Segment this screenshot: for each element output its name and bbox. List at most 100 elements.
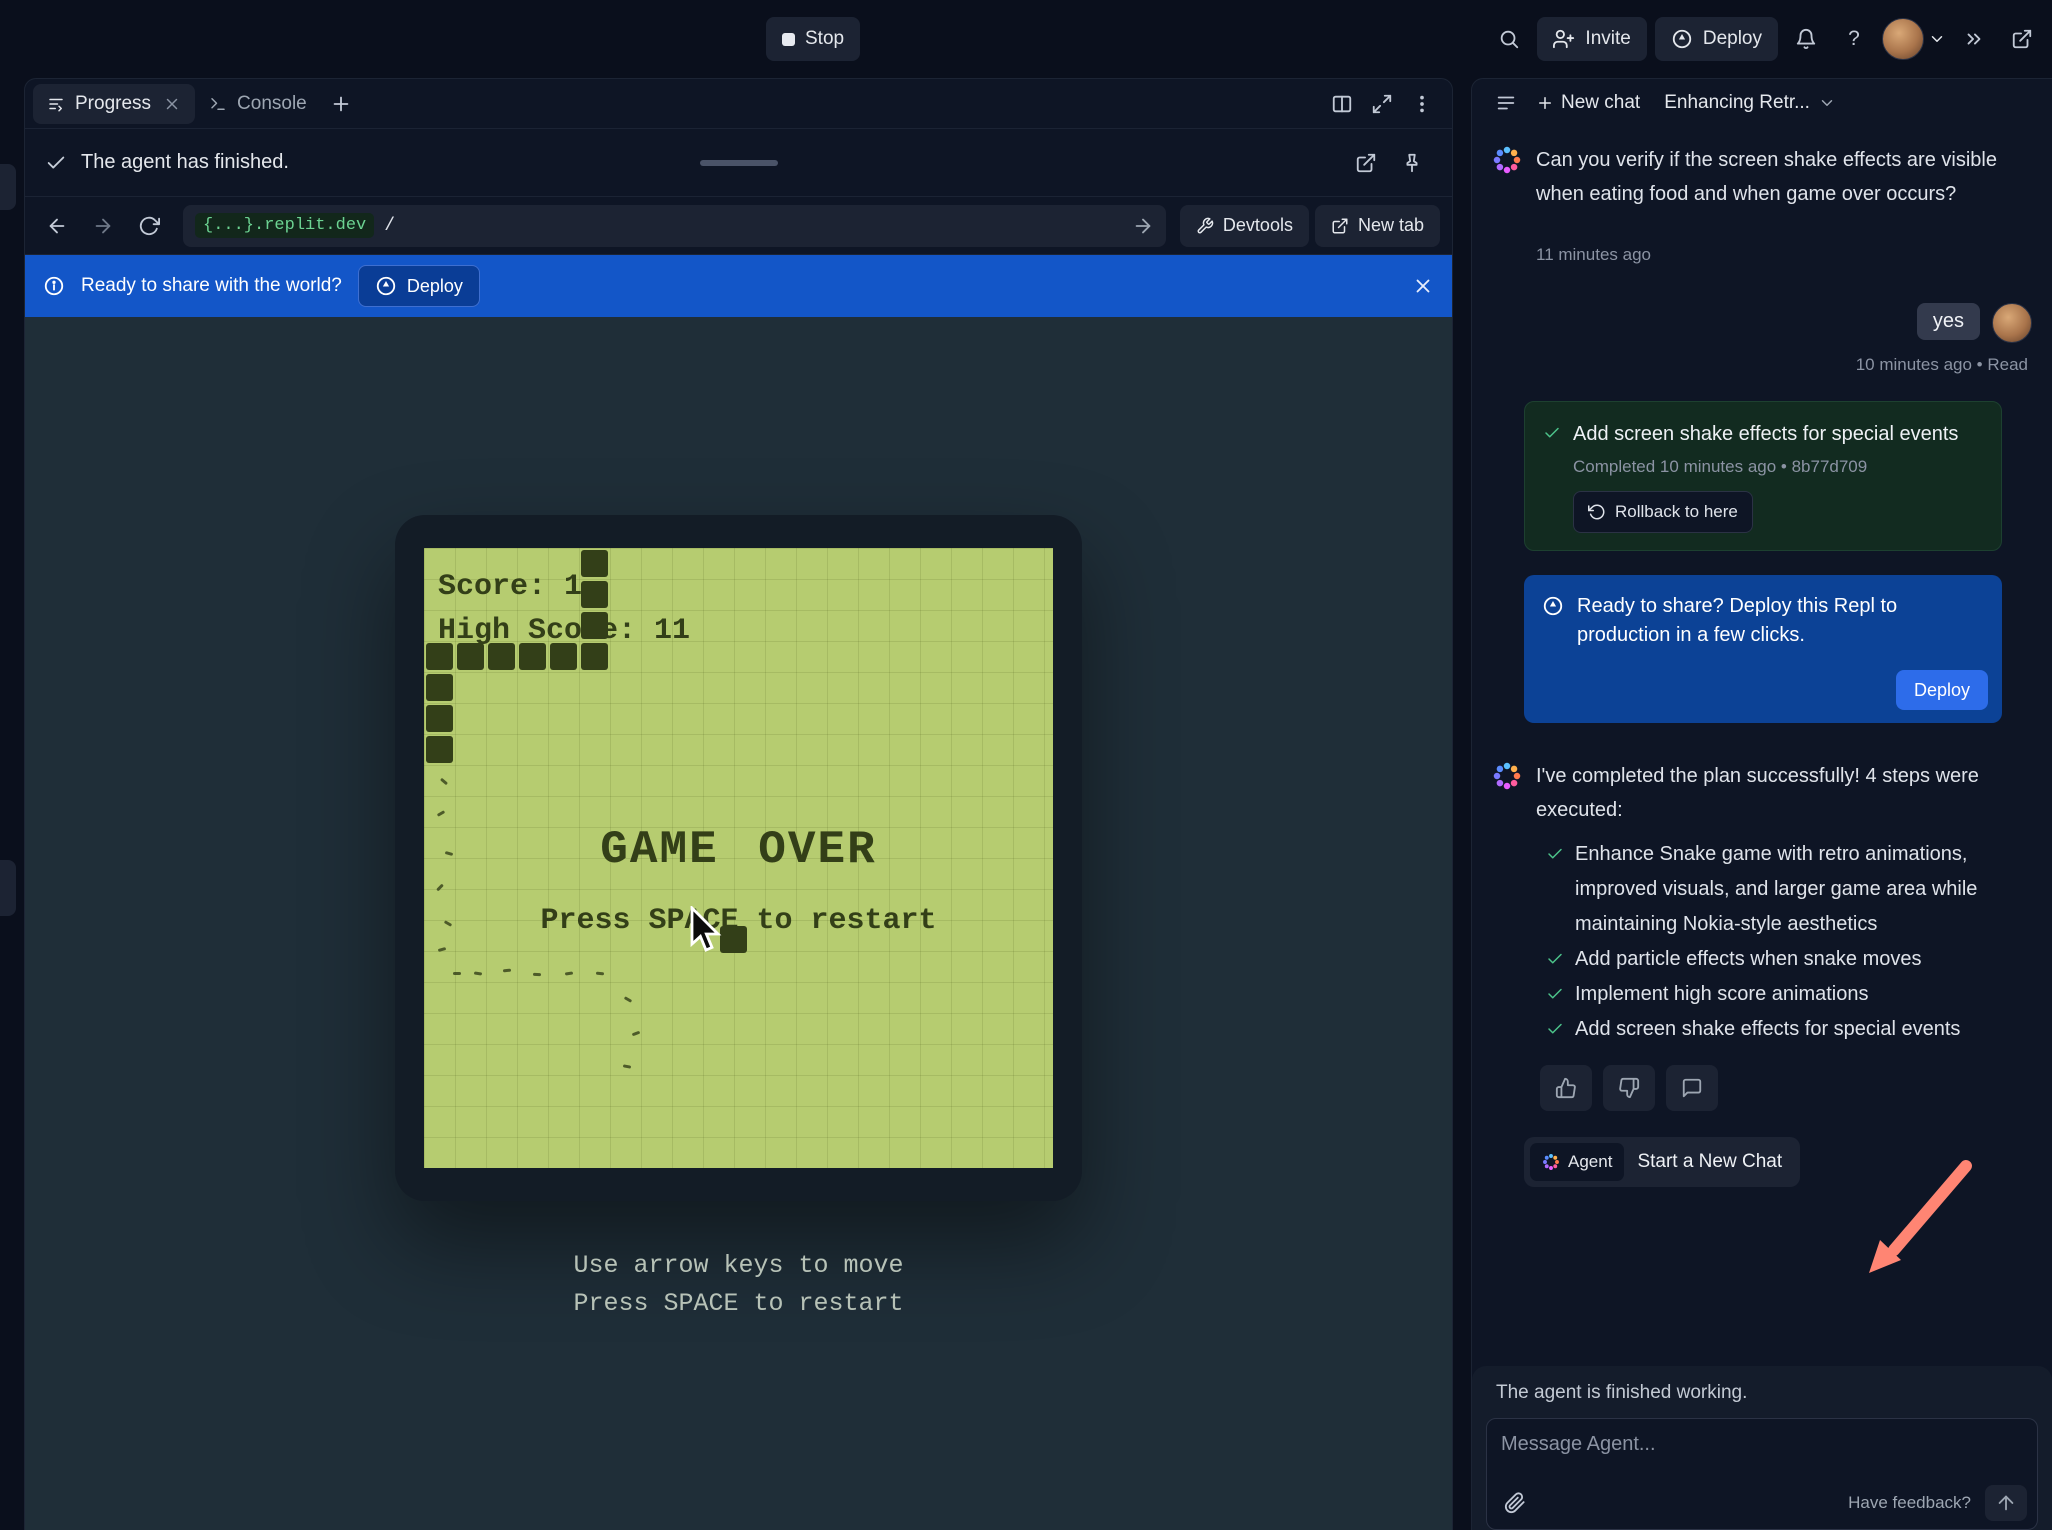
devtools-button[interactable]: Devtools <box>1180 205 1309 247</box>
invite-button[interactable]: Invite <box>1537 17 1646 61</box>
snake-segment <box>581 612 608 639</box>
deploy-button[interactable]: Deploy <box>1655 17 1778 61</box>
start-new-chat-button[interactable]: Agent Start a New Chat <box>1524 1137 1800 1187</box>
agent-status-text: The agent has finished. <box>81 151 289 174</box>
particle-dot <box>533 973 541 977</box>
agent-finished-status: The agent is finished working. <box>1496 1382 2038 1404</box>
check-icon <box>1546 845 1564 863</box>
agent-question-text: Can you verify if the screen shake effec… <box>1536 143 2010 211</box>
particle-dot <box>440 778 448 785</box>
deploy-banner: Ready to share with the world? Deploy <box>25 255 1452 317</box>
particle-dot <box>437 810 445 817</box>
comment-icon <box>1681 1077 1703 1099</box>
agent-chip: Agent <box>1530 1143 1624 1181</box>
plus-icon <box>1536 94 1554 112</box>
send-message-button[interactable] <box>1985 1485 2027 1521</box>
card-deploy-button[interactable]: Deploy <box>1896 670 1988 710</box>
chevron-down-icon <box>1818 94 1836 112</box>
stop-button[interactable]: Stop <box>766 17 860 61</box>
plan-item: Add particle effects when snake moves <box>1536 942 2010 977</box>
deploy-icon <box>1542 595 1564 617</box>
popout-window-button[interactable] <box>2002 19 2042 59</box>
refresh-button[interactable] <box>129 206 169 246</box>
collapse-panel-button[interactable] <box>1954 19 1994 59</box>
new-tab-button[interactable]: New tab <box>1315 205 1440 247</box>
tab-bar: Progress Console <box>25 79 1452 129</box>
tab-console-label: Console <box>237 93 307 115</box>
top-bar: Stop Invite Deploy ? <box>0 0 2052 78</box>
session-selector[interactable]: Enhancing Retr... <box>1664 92 1836 114</box>
deploy-label: Deploy <box>1703 28 1762 50</box>
plan-item-text: Implement high score animations <box>1575 977 1979 1012</box>
rollback-button[interactable]: Rollback to here <box>1573 491 1753 533</box>
split-view-button[interactable] <box>1322 84 1362 124</box>
user-avatar <box>1992 303 2032 343</box>
invite-icon <box>1553 28 1575 50</box>
food-pixel <box>720 926 747 953</box>
topbar-actions: Invite Deploy ? <box>1489 0 2042 78</box>
deploy-icon <box>1671 28 1693 50</box>
session-title: Enhancing Retr... <box>1664 92 1810 114</box>
chat-list-button[interactable] <box>1486 83 1526 123</box>
url-bar[interactable]: {...}.replit.dev / <box>183 205 1166 247</box>
refresh-icon <box>138 215 160 237</box>
help-label: ? <box>1848 27 1860 51</box>
agent-chat-panel: New chat Enhancing Retr... Can you verif… <box>1471 78 2052 1530</box>
notifications-button[interactable] <box>1786 19 1826 59</box>
paperclip-icon <box>1504 1492 1526 1514</box>
agent-logo-icon <box>1492 145 1522 175</box>
mouse-cursor <box>690 906 724 954</box>
back-button[interactable] <box>37 206 77 246</box>
start-new-chat-label: Start a New Chat <box>1637 1151 1782 1173</box>
particle-dot <box>624 996 632 1003</box>
deploy-card-text: Ready to share? Deploy this Repl to prod… <box>1577 592 1947 650</box>
user-avatar <box>1882 18 1924 60</box>
pane-drag-handle[interactable] <box>700 160 778 166</box>
composer-section: The agent is finished working. Have feed… <box>1472 1366 2052 1530</box>
have-feedback-link[interactable]: Have feedback? <box>1848 1493 1971 1513</box>
lcd-screen[interactable]: Score: 1 High Score: 11 GAME OVER Press … <box>424 548 1053 1168</box>
forward-button[interactable] <box>83 206 123 246</box>
game-frame: Score: 1 High Score: 11 GAME OVER Press … <box>395 515 1082 1201</box>
banner-deploy-button[interactable]: Deploy <box>358 265 480 307</box>
arrow-left-icon <box>46 215 68 237</box>
pin-button[interactable] <box>1392 143 1432 183</box>
help-button[interactable]: ? <box>1834 19 1874 59</box>
dock-nub-top[interactable] <box>0 164 16 210</box>
chevron-down-icon <box>1928 30 1946 48</box>
tab-console[interactable]: Console <box>195 84 321 124</box>
message-input[interactable] <box>1501 1433 2023 1456</box>
dock-nub-handle[interactable] <box>0 860 16 916</box>
add-tab-button[interactable] <box>321 84 361 124</box>
agent-chip-label: Agent <box>1568 1152 1612 1172</box>
snake-segment <box>519 643 546 670</box>
console-icon <box>209 95 227 113</box>
new-chat-header-button[interactable]: New chat <box>1536 92 1640 114</box>
pane-menu-button[interactable] <box>1402 84 1442 124</box>
external-link-icon <box>1355 152 1377 174</box>
snake-segment <box>426 736 453 763</box>
search-button[interactable] <box>1489 19 1529 59</box>
go-to-url-icon[interactable] <box>1132 215 1154 237</box>
particle-dot <box>453 972 461 975</box>
step-card-meta: Completed 10 minutes ago • 8b77d709 <box>1573 457 1983 477</box>
attach-file-button[interactable] <box>1499 1487 1531 1519</box>
rollback-label: Rollback to here <box>1615 502 1738 522</box>
thumbs-down-button[interactable] <box>1603 1065 1655 1111</box>
snake-segment <box>488 643 515 670</box>
pin-icon <box>1401 152 1423 174</box>
snake-segment <box>581 643 608 670</box>
plan-item-text: Add particle effects when snake moves <box>1575 942 1979 977</box>
thumbs-up-button[interactable] <box>1540 1065 1592 1111</box>
maximize-pane-button[interactable] <box>1362 84 1402 124</box>
plan-item: Add screen shake effects for special eve… <box>1536 1012 2010 1047</box>
banner-close-icon[interactable] <box>1412 275 1434 297</box>
tab-progress[interactable]: Progress <box>33 84 195 124</box>
account-menu[interactable] <box>1882 18 1946 60</box>
close-tab-icon[interactable] <box>163 95 181 113</box>
user-message-row: yes <box>1492 303 2032 343</box>
comment-button[interactable] <box>1666 1065 1718 1111</box>
open-new-tab-icon <box>1331 217 1349 235</box>
window-popout-icon <box>2011 28 2033 50</box>
open-external-button[interactable] <box>1346 143 1386 183</box>
